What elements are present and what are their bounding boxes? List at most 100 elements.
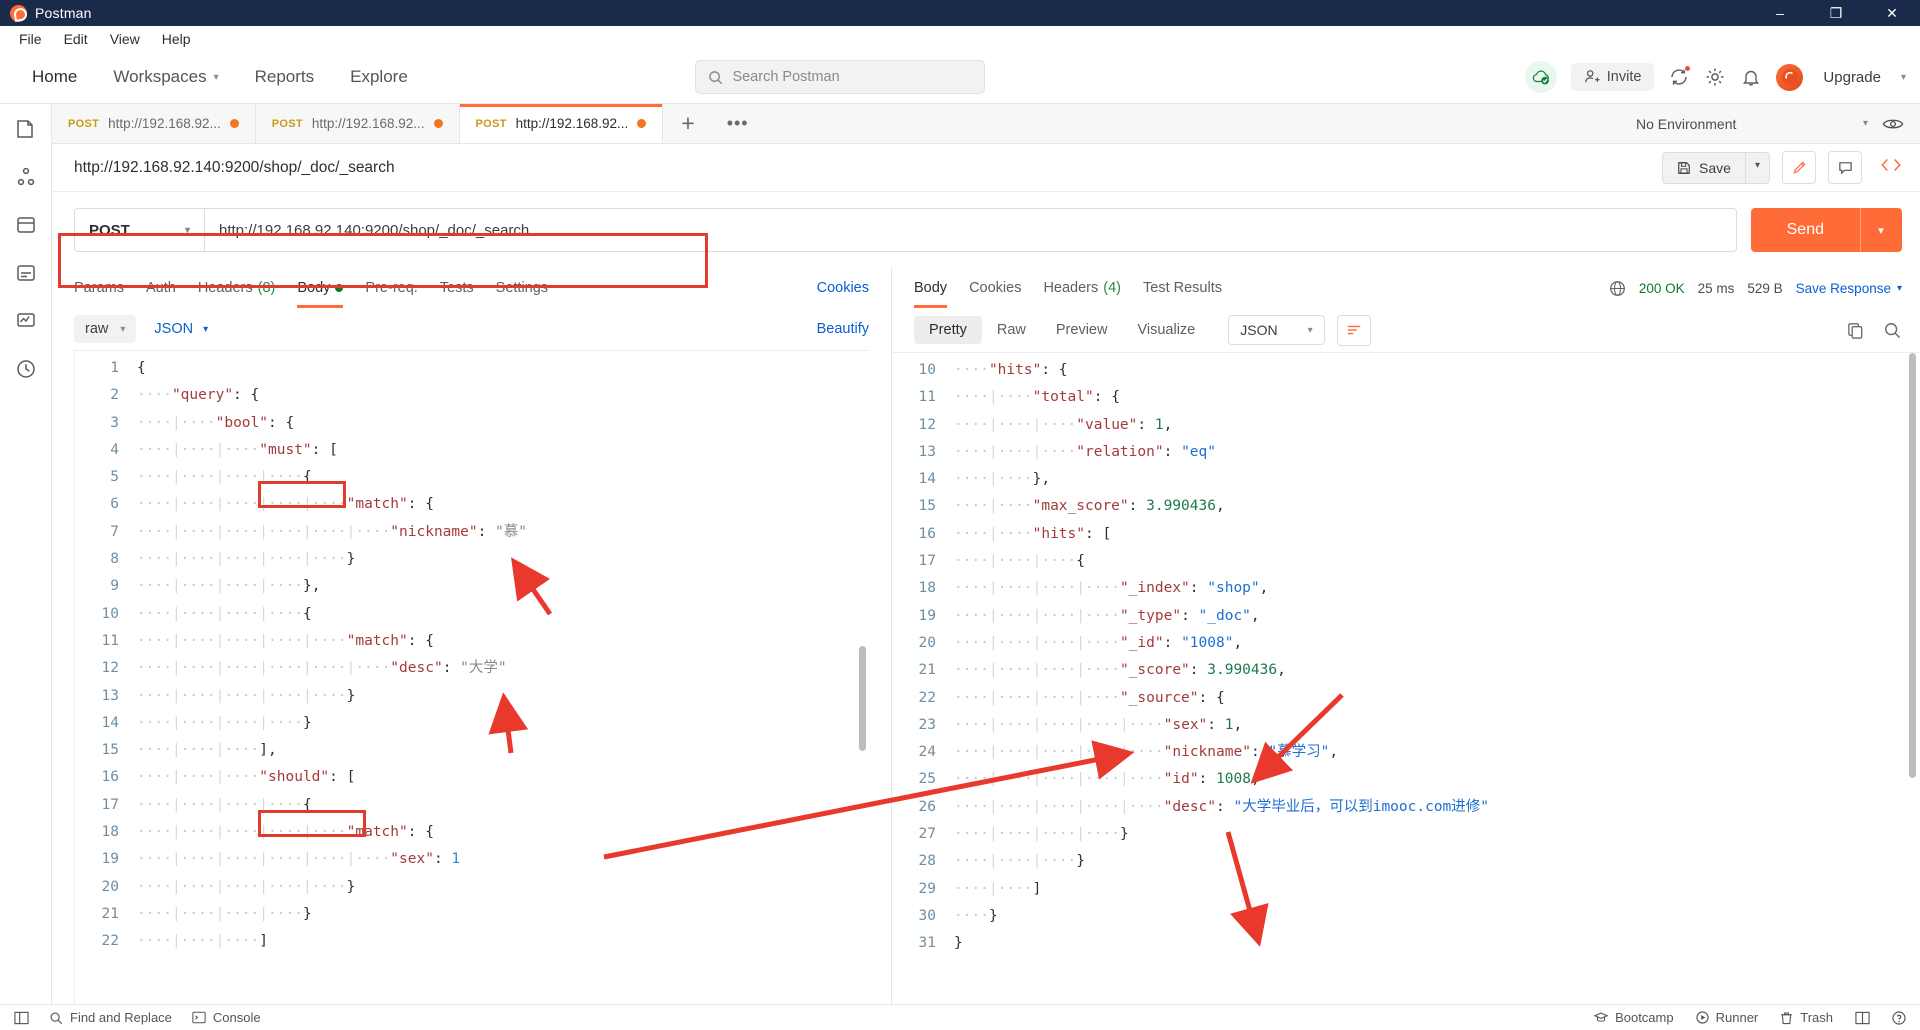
filter-lines-icon	[1347, 325, 1360, 335]
upgrade-button[interactable]: Upgrade	[1817, 69, 1887, 86]
request-body-editor[interactable]: 1{2 ····"query": {3 ····|····"bool": {4 ···…	[74, 350, 869, 1004]
console-icon	[192, 1011, 206, 1024]
save-options-button[interactable]: ▾	[1745, 151, 1770, 184]
request-tab-2[interactable]: POST http://192.168.92...	[255, 104, 460, 143]
avatar[interactable]	[1776, 63, 1804, 91]
tab-settings[interactable]: Settings	[496, 268, 548, 308]
tab-overflow-button[interactable]: •••	[713, 104, 763, 143]
layout-toggle-button[interactable]	[1855, 1011, 1870, 1025]
environment-quick-look-icon[interactable]	[1882, 116, 1904, 132]
main-area: POST http://192.168.92... POST http://19…	[52, 104, 1920, 1004]
bootcamp-button[interactable]: Bootcamp	[1594, 1010, 1674, 1025]
history-icon[interactable]	[15, 358, 37, 380]
tab-body[interactable]: Body	[297, 268, 344, 308]
response-body-scrollbar[interactable]	[1909, 353, 1916, 778]
tab-tests[interactable]: Tests	[440, 268, 474, 308]
close-button[interactable]: ✕	[1864, 0, 1920, 26]
tab-params[interactable]: Params	[74, 268, 124, 308]
beautify-button[interactable]: Beautify	[817, 321, 869, 337]
body-present-dot-icon	[335, 284, 344, 292]
body-type-label: raw	[85, 321, 109, 337]
response-view-visualize[interactable]: Visualize	[1122, 316, 1210, 344]
sidebar-toggle-button[interactable]	[14, 1011, 29, 1025]
cloud-check-icon	[1532, 70, 1549, 85]
response-body-editor[interactable]: 10 ····"hits": {11 ····|····"total": {12 ··…	[892, 352, 1920, 1004]
find-and-replace-label: Find and Replace	[70, 1010, 172, 1025]
request-tab-1[interactable]: POST http://192.168.92...	[52, 104, 256, 143]
url-input[interactable]: http://192.168.92.140:9200/shop/_doc/_se…	[204, 208, 1737, 252]
runner-button[interactable]: Runner	[1695, 1010, 1758, 1025]
response-format-selector[interactable]: JSON ▾	[1228, 315, 1325, 345]
response-view-pretty[interactable]: Pretty	[914, 316, 982, 344]
person-add-icon	[1584, 70, 1600, 83]
chevron-down-icon: ▾	[1307, 324, 1313, 336]
response-tab-test-results[interactable]: Test Results	[1143, 268, 1222, 308]
sync-status-icon[interactable]	[1524, 61, 1557, 93]
monitors-icon[interactable]	[15, 310, 37, 332]
response-tab-headers[interactable]: Headers (4)	[1043, 268, 1121, 308]
cookies-link[interactable]: Cookies	[817, 280, 869, 296]
response-filter-button[interactable]	[1336, 314, 1371, 346]
environment-selector[interactable]: No Environment ▾	[1636, 116, 1868, 132]
find-and-replace-button[interactable]: Find and Replace	[49, 1010, 172, 1025]
request-tab-2-method: POST	[271, 117, 303, 130]
nav-workspaces[interactable]: Workspaces ▾	[95, 51, 236, 103]
upgrade-chevron-icon[interactable]: ▾	[1901, 72, 1906, 83]
environments-icon[interactable]	[15, 214, 37, 236]
menu-help[interactable]: Help	[151, 29, 202, 49]
notifications-bell-icon[interactable]	[1740, 66, 1762, 88]
minimize-button[interactable]: –	[1752, 0, 1808, 26]
postman-logo-icon	[10, 4, 27, 22]
save-response-button[interactable]: Save Response ▾	[1796, 281, 1902, 296]
request-tab-1-url: http://192.168.92...	[108, 116, 221, 131]
chevron-down-icon: ▾	[1896, 282, 1902, 294]
trash-button[interactable]: Trash	[1780, 1010, 1833, 1025]
response-tab-body[interactable]: Body	[914, 268, 948, 308]
mock-servers-icon[interactable]	[15, 262, 37, 284]
url-value: http://192.168.92.140:9200/shop/_doc/_se…	[219, 221, 530, 239]
tab-headers[interactable]: Headers (8)	[198, 268, 276, 308]
comment-icon	[1838, 162, 1852, 175]
copy-icon[interactable]	[1846, 321, 1865, 340]
send-button[interactable]: Send	[1750, 208, 1860, 252]
maximize-button[interactable]: ❐	[1808, 0, 1864, 26]
settings-gear-icon[interactable]	[1704, 66, 1726, 88]
send-options-button[interactable]: ▾	[1860, 208, 1902, 252]
console-button[interactable]: Console	[192, 1010, 261, 1025]
request-tab-3[interactable]: POST http://192.168.92...	[459, 104, 664, 143]
avatar-glyph-icon	[1781, 69, 1798, 85]
collections-icon[interactable]	[15, 118, 37, 140]
search-icon[interactable]	[1883, 321, 1902, 340]
pencil-icon	[1792, 161, 1806, 174]
response-tab-cookies[interactable]: Cookies	[969, 268, 1021, 308]
chevron-down-icon: ▾	[203, 323, 209, 335]
environment-bar: No Environment ▾	[1620, 104, 1920, 143]
help-button[interactable]	[1892, 1010, 1906, 1025]
nav-explore[interactable]: Explore	[332, 51, 426, 103]
new-tab-button[interactable]: +	[663, 104, 712, 143]
question-circle-icon	[1892, 1010, 1906, 1025]
sync-refresh-icon[interactable]	[1668, 65, 1692, 88]
menu-file[interactable]: File	[8, 29, 53, 49]
tab-prerequest[interactable]: Pre-req.	[365, 268, 417, 308]
request-body-scrollbar[interactable]	[859, 646, 866, 751]
body-language-selector[interactable]: JSON ▾	[154, 321, 208, 337]
code-snippet-button[interactable]	[1874, 156, 1902, 179]
menu-edit[interactable]: Edit	[53, 29, 99, 49]
edit-request-button[interactable]	[1782, 151, 1816, 184]
nav-home[interactable]: Home	[14, 51, 95, 103]
method-selector[interactable]: POST ▾	[74, 208, 204, 252]
save-button[interactable]: Save	[1662, 151, 1746, 184]
tab-auth[interactable]: Auth	[146, 268, 176, 308]
invite-button[interactable]: Invite	[1570, 63, 1655, 91]
trash-label: Trash	[1800, 1010, 1833, 1025]
response-view-preview[interactable]: Preview	[1041, 316, 1123, 344]
window-controls: – ❐ ✕	[1752, 0, 1920, 26]
apis-icon[interactable]	[15, 166, 37, 188]
menu-view[interactable]: View	[99, 29, 151, 49]
comments-button[interactable]	[1828, 151, 1862, 184]
body-type-selector[interactable]: raw ▾	[74, 315, 137, 343]
response-view-raw[interactable]: Raw	[982, 316, 1041, 344]
nav-reports[interactable]: Reports	[237, 51, 333, 103]
search-input[interactable]: Search Postman	[695, 60, 986, 94]
